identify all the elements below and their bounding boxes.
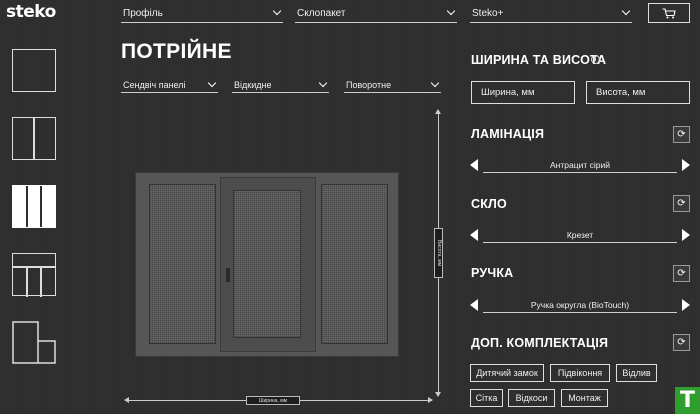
chevron-down-icon bbox=[621, 6, 631, 16]
extra-drip[interactable]: Відлив bbox=[616, 364, 657, 382]
tilt-label: Відкидне bbox=[234, 79, 272, 90]
refresh-icon: ⟳ bbox=[677, 337, 686, 348]
extras-section-title: ДОП. КОМПЛЕКТАЦІЯ bbox=[471, 336, 609, 350]
balcony-block-icon bbox=[12, 321, 56, 364]
glass-reset-button[interactable]: ⟳ bbox=[673, 195, 690, 212]
chevron-down-icon bbox=[446, 6, 456, 16]
turn-select[interactable]: Поворотне bbox=[344, 77, 441, 93]
refresh-icon: ⟳ bbox=[677, 198, 686, 209]
thumb-balcony-block[interactable] bbox=[12, 321, 56, 364]
lamination-next-arrow-icon[interactable] bbox=[682, 159, 690, 171]
steko-select-label: Steko+ bbox=[472, 7, 504, 19]
info-icon[interactable]: i bbox=[591, 55, 600, 64]
height-dimension-label: Висота, мм bbox=[435, 239, 442, 267]
extra-installation[interactable]: Монтаж bbox=[561, 389, 608, 407]
glass-pack-select-label: Склопакет bbox=[297, 7, 346, 19]
width-dimension-field[interactable]: Ширина, мм bbox=[246, 396, 300, 405]
extra-slopes[interactable]: Відкоси bbox=[508, 389, 555, 407]
window-preview bbox=[135, 172, 399, 357]
cart-button[interactable] bbox=[648, 3, 690, 23]
tilt-select[interactable]: Відкидне bbox=[232, 77, 329, 93]
chevron-down-icon bbox=[318, 78, 328, 87]
thumb-transom-window[interactable] bbox=[12, 253, 56, 297]
left-fixed-glass bbox=[149, 184, 216, 344]
handle-value: Ручка округла (BioTouch) bbox=[483, 297, 677, 313]
handle-section-title: РУЧКА bbox=[471, 266, 514, 280]
height-input[interactable]: Висота, мм bbox=[586, 81, 690, 104]
t-badge[interactable]: T bbox=[675, 387, 700, 414]
lamination-section-title: ЛАМІНАЦІЯ bbox=[471, 127, 545, 141]
profile-select-label: Профіль bbox=[123, 7, 163, 19]
steko-logo[interactable]: steko bbox=[6, 2, 56, 22]
refresh-icon: ⟳ bbox=[677, 268, 686, 279]
profile-select[interactable]: Профіль bbox=[121, 4, 283, 23]
glass-next-arrow-icon[interactable] bbox=[682, 229, 690, 241]
size-section-title: ШИРИНА ТА ВИСОТА bbox=[471, 53, 607, 67]
steko-select[interactable]: Steko+ bbox=[470, 4, 632, 23]
turn-label: Поворотне bbox=[346, 79, 392, 90]
chevron-down-icon bbox=[430, 78, 440, 87]
extra-child-lock[interactable]: Дитячий замок bbox=[470, 364, 544, 382]
height-dimension-field[interactable]: Висота, мм bbox=[434, 228, 443, 278]
lamination-reset-button[interactable]: ⟳ bbox=[673, 126, 690, 143]
thumb-triple-window[interactable] bbox=[12, 185, 56, 228]
width-dimension-label: Ширина, мм bbox=[258, 397, 288, 404]
width-input[interactable]: Ширина, мм bbox=[471, 81, 575, 104]
cart-icon bbox=[662, 7, 676, 18]
glass-prev-arrow-icon[interactable] bbox=[470, 229, 478, 241]
lamination-selector: Антрацит сірий bbox=[470, 157, 690, 173]
handle-prev-arrow-icon[interactable] bbox=[470, 299, 478, 311]
opening-sash bbox=[220, 177, 316, 352]
chevron-down-icon bbox=[207, 78, 217, 87]
thumb-single-window[interactable] bbox=[12, 49, 56, 92]
window-handle bbox=[226, 268, 230, 282]
extras-reset-button[interactable]: ⟳ bbox=[673, 334, 690, 351]
glass-selector: Крезет bbox=[470, 227, 690, 243]
glass-value: Крезет bbox=[483, 227, 677, 243]
sandwich-panels-select[interactable]: Сендвіч панелі bbox=[121, 77, 218, 93]
handle-reset-button[interactable]: ⟳ bbox=[673, 265, 690, 282]
lamination-value: Антрацит сірий bbox=[483, 157, 677, 173]
chevron-down-icon bbox=[272, 6, 282, 16]
glass-pack-select[interactable]: Склопакет bbox=[295, 4, 457, 23]
right-fixed-glass bbox=[321, 184, 388, 344]
extra-window-sill[interactable]: Підвіконня bbox=[550, 364, 610, 382]
lamination-prev-arrow-icon[interactable] bbox=[470, 159, 478, 171]
sandwich-panels-label: Сендвіч панелі bbox=[123, 79, 186, 90]
thumb-double-window[interactable] bbox=[12, 117, 56, 160]
page-title: ПОТРІЙНЕ bbox=[121, 40, 232, 63]
extra-mesh[interactable]: Сітка bbox=[470, 389, 503, 407]
handle-next-arrow-icon[interactable] bbox=[682, 299, 690, 311]
handle-selector: Ручка округла (BioTouch) bbox=[470, 297, 690, 313]
refresh-icon: ⟳ bbox=[677, 129, 686, 140]
sash-glass bbox=[233, 190, 301, 338]
glass-section-title: СКЛО bbox=[471, 197, 507, 211]
